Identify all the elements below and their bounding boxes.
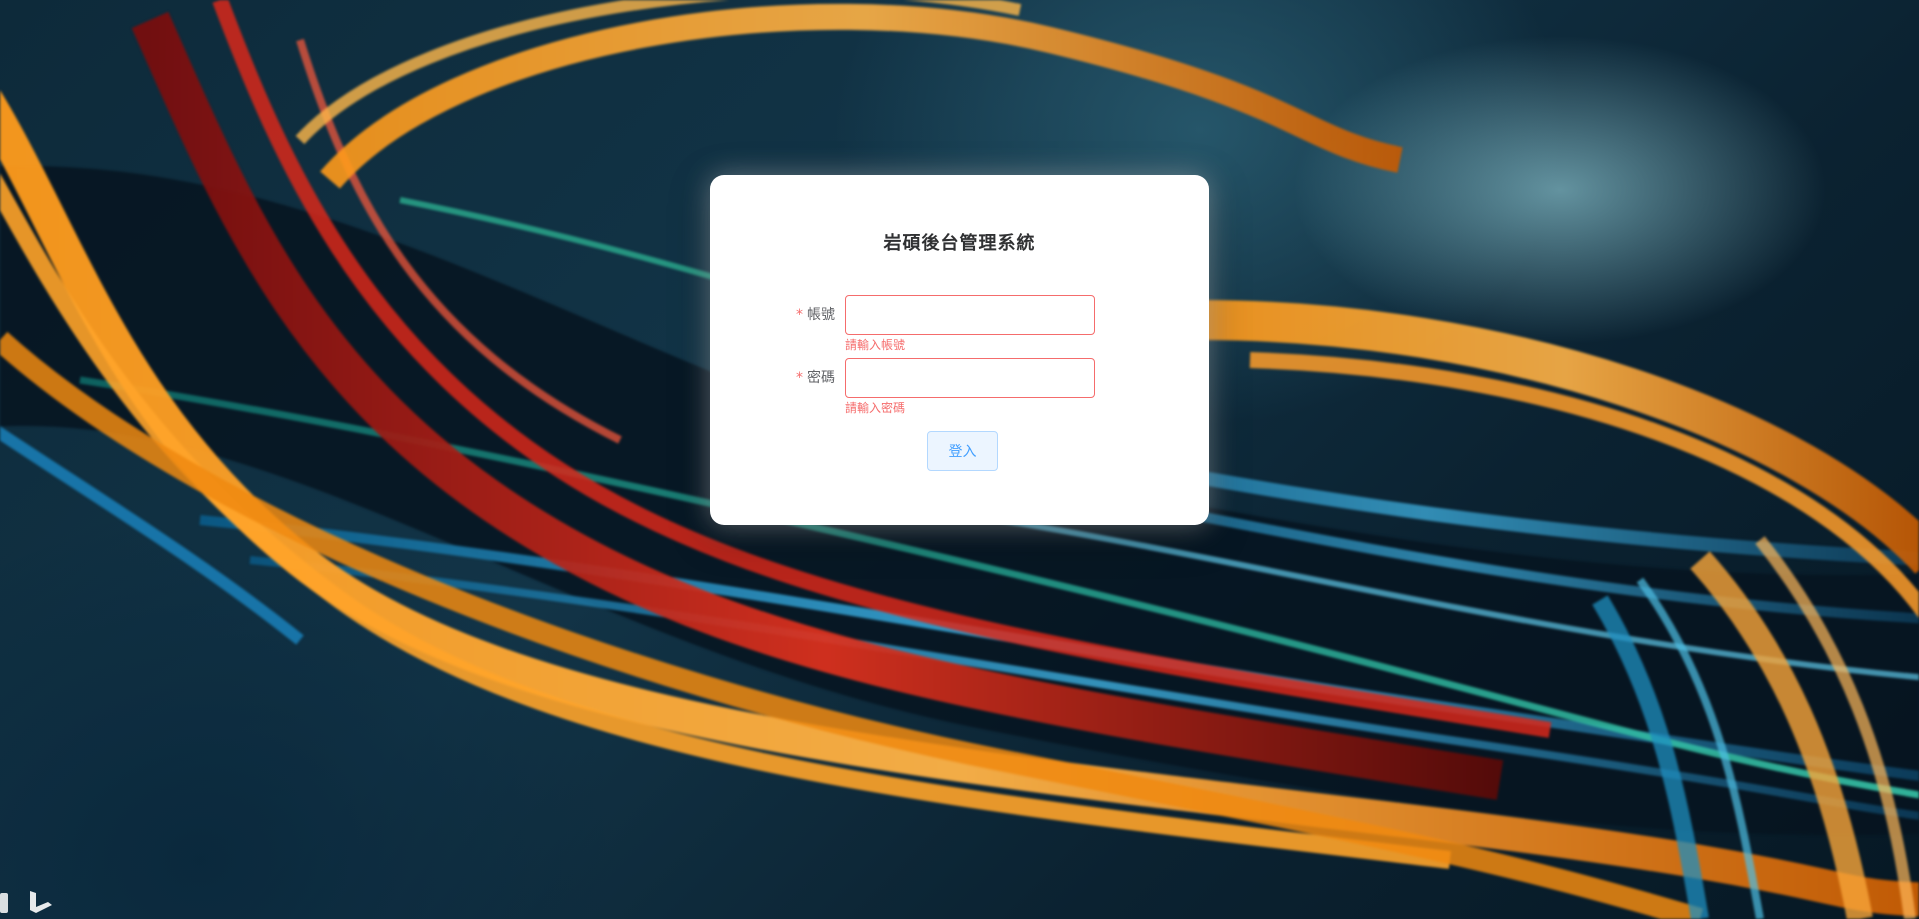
login-card: 岩碩後台管理系統 * 帳號 請輸入帳號 * 密碼 請輸入密碼 登入	[710, 175, 1209, 525]
account-label: * 帳號	[710, 295, 835, 335]
account-input[interactable]	[845, 295, 1095, 335]
password-label-text: 密碼	[807, 370, 835, 386]
login-page: 岩碩後台管理系統 * 帳號 請輸入帳號 * 密碼 請輸入密碼 登入	[0, 0, 1919, 919]
bing-logo-icon	[0, 891, 52, 913]
password-form-item: * 密碼 請輸入密碼	[710, 358, 1209, 415]
login-button[interactable]: 登入	[927, 431, 998, 471]
password-input[interactable]	[845, 358, 1095, 398]
account-form-item: * 帳號 請輸入帳號	[710, 295, 1209, 352]
page-title: 岩碩後台管理系統	[883, 233, 1036, 254]
password-label: * 密碼	[710, 358, 835, 398]
account-error-message: 請輸入帳號	[845, 338, 906, 352]
required-mark: *	[796, 307, 803, 323]
required-mark: *	[796, 370, 803, 386]
account-label-text: 帳號	[807, 307, 835, 323]
password-error-message: 請輸入密碼	[845, 401, 906, 415]
